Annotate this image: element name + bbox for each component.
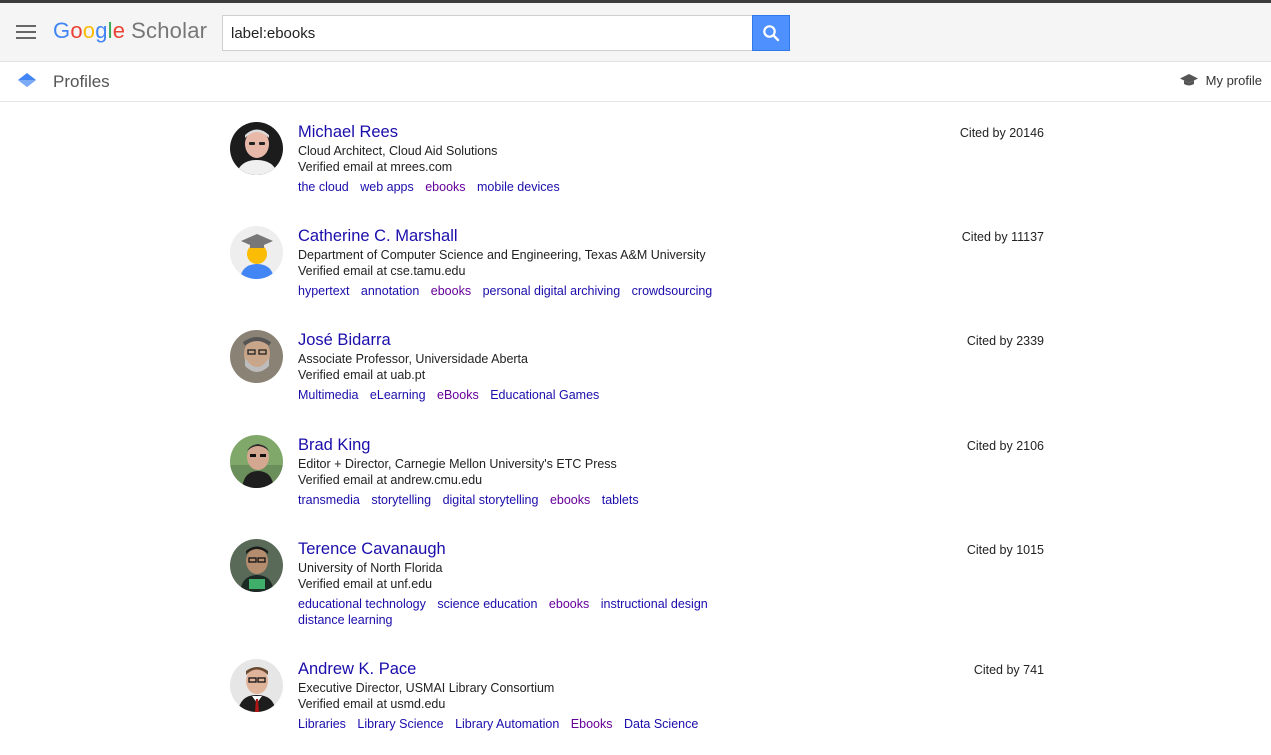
profile-name-link[interactable]: José Bidarra bbox=[298, 330, 918, 350]
logo-letter-g: g bbox=[95, 18, 108, 43]
profile-name-link[interactable]: Michael Rees bbox=[298, 122, 918, 142]
tag-link[interactable]: ebooks bbox=[425, 180, 465, 196]
cited-by-count: Cited by 2106 bbox=[966, 439, 1044, 453]
profile-info: Brad King Editor + Director, Carnegie Me… bbox=[298, 435, 918, 509]
graduation-cap-icon bbox=[1179, 73, 1198, 85]
profile-email: Verified email at andrew.cmu.edu bbox=[298, 472, 483, 487]
logo-letter-e: e bbox=[112, 18, 126, 43]
google-scholar-logo[interactable]: Google Scholar bbox=[53, 18, 207, 44]
tag-link[interactable]: mobile devices bbox=[477, 180, 560, 196]
tag-link[interactable]: Library Science bbox=[357, 717, 443, 733]
tag-link[interactable]: educational technology bbox=[298, 597, 426, 613]
profile-affiliation: Associate Professor, Universidade Aberta bbox=[298, 352, 528, 366]
hamburger-menu-icon[interactable] bbox=[16, 25, 36, 39]
profile-affiliation: University of North Florida bbox=[298, 561, 443, 575]
search-button[interactable] bbox=[752, 15, 790, 51]
tag-link[interactable]: ebooks bbox=[549, 597, 589, 613]
tag-link[interactable]: Ebooks bbox=[571, 717, 613, 733]
magnifier-icon bbox=[763, 25, 780, 42]
tag-link[interactable]: Multimedia bbox=[298, 388, 358, 404]
my-profile-label: My profile bbox=[1205, 73, 1262, 88]
avatar[interactable] bbox=[230, 435, 283, 488]
profile-info: Michael Rees Cloud Architect, Cloud Aid … bbox=[298, 122, 918, 196]
profile-info: Terence Cavanaugh University of North Fl… bbox=[298, 539, 918, 628]
tag-link[interactable]: web apps bbox=[360, 180, 414, 196]
tag-link[interactable]: crowdsourcing bbox=[632, 284, 713, 300]
tag-link[interactable]: Libraries bbox=[298, 717, 346, 733]
avatar[interactable] bbox=[230, 330, 283, 383]
top-bar: Google Scholar bbox=[0, 0, 1271, 62]
tag-link[interactable]: the cloud bbox=[298, 180, 349, 196]
tag-link[interactable]: Data Science bbox=[624, 717, 698, 733]
logo-letter-o1: o bbox=[70, 18, 83, 43]
search-input[interactable] bbox=[222, 15, 752, 51]
profile-affiliation: Executive Director, USMAI Library Consor… bbox=[298, 681, 555, 695]
logo-letter-o2: o bbox=[82, 18, 96, 43]
cited-by-count: Cited by 741 bbox=[973, 663, 1044, 677]
profile-email: Verified email at uab.pt bbox=[298, 367, 426, 382]
tag-link[interactable]: eBooks bbox=[437, 388, 479, 404]
profiles-title: Profiles bbox=[53, 72, 110, 91]
profile-affiliation: Department of Computer Science and Engin… bbox=[298, 248, 706, 262]
tag-link[interactable]: hypertext bbox=[298, 284, 349, 300]
avatar[interactable] bbox=[230, 122, 283, 175]
profile-email: Verified email at unf.edu bbox=[298, 576, 433, 591]
tag-link[interactable]: science education bbox=[437, 597, 537, 613]
tag-link[interactable]: storytelling bbox=[371, 493, 431, 509]
profile-tags: Libraries Library Science Library Automa… bbox=[298, 717, 858, 733]
tag-link[interactable]: ebooks bbox=[550, 493, 590, 509]
profile-tags: the cloud web apps ebooks mobile devices bbox=[298, 180, 718, 196]
avatar[interactable] bbox=[230, 539, 283, 592]
cited-by-count: Cited by 1015 bbox=[966, 543, 1044, 557]
tag-link[interactable]: ebooks bbox=[431, 284, 471, 300]
cited-by-count: Cited by 2339 bbox=[966, 334, 1044, 348]
avatar[interactable] bbox=[230, 226, 283, 279]
profile-tags: Multimedia eLearning eBooks Educational … bbox=[298, 388, 718, 404]
profile-email: Verified email at usmd.edu bbox=[298, 696, 446, 711]
tag-link[interactable]: personal digital archiving bbox=[483, 284, 621, 300]
profile-info: José Bidarra Associate Professor, Univer… bbox=[298, 330, 918, 404]
profile-affiliation: Cloud Architect, Cloud Aid Solutions bbox=[298, 144, 498, 158]
tag-link[interactable]: Educational Games bbox=[490, 388, 599, 404]
profile-affiliation: Editor + Director, Carnegie Mellon Unive… bbox=[298, 457, 617, 471]
tag-link[interactable]: instructional design bbox=[601, 597, 708, 613]
cited-by-count: Cited by 20146 bbox=[959, 126, 1044, 140]
tag-link[interactable]: eLearning bbox=[370, 388, 426, 404]
profiles-cap-icon bbox=[18, 73, 36, 87]
profile-email: Verified email at cse.tamu.edu bbox=[298, 263, 466, 278]
profile-info: Catherine C. Marshall Department of Comp… bbox=[298, 226, 918, 300]
tag-link[interactable]: digital storytelling bbox=[443, 493, 539, 509]
tag-link[interactable]: Library Automation bbox=[455, 717, 559, 733]
tag-link[interactable]: distance learning bbox=[298, 613, 393, 629]
tag-link[interactable]: tablets bbox=[602, 493, 639, 509]
profile-tags: transmedia storytelling digital storytel… bbox=[298, 493, 858, 509]
profile-name-link[interactable]: Andrew K. Pace bbox=[298, 659, 918, 679]
profiles-bar: Profiles My profile bbox=[0, 62, 1271, 102]
profile-info: Andrew K. Pace Executive Director, USMAI… bbox=[298, 659, 918, 733]
profile-name-link[interactable]: Brad King bbox=[298, 435, 918, 455]
tag-link[interactable]: annotation bbox=[361, 284, 419, 300]
cited-by-count: Cited by 11137 bbox=[961, 230, 1044, 244]
tag-link[interactable]: transmedia bbox=[298, 493, 360, 509]
my-profile-link[interactable]: My profile bbox=[1179, 73, 1262, 88]
profile-tags: educational technology science education… bbox=[298, 597, 718, 628]
logo-scholar-text: Scholar bbox=[131, 18, 208, 43]
profile-name-link[interactable]: Terence Cavanaugh bbox=[298, 539, 918, 559]
profile-email: Verified email at mrees.com bbox=[298, 159, 453, 174]
profile-name-link[interactable]: Catherine C. Marshall bbox=[298, 226, 918, 246]
avatar[interactable] bbox=[230, 659, 283, 712]
profile-tags: hypertext annotation ebooks personal dig… bbox=[298, 284, 858, 300]
logo-letter-G: G bbox=[53, 18, 71, 43]
